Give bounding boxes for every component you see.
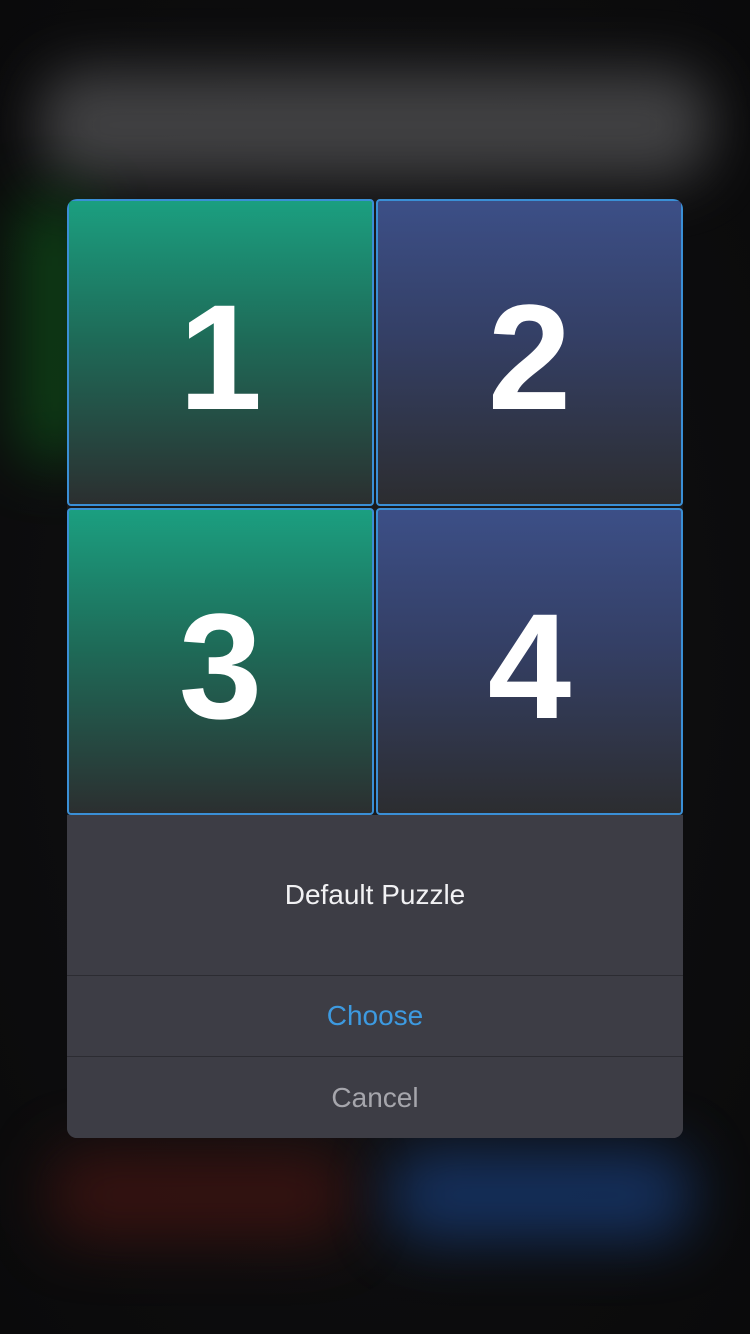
screen: 1 2 3 4 Default Puzzle Choose Cancel	[0, 0, 750, 1334]
puzzle-tile-1[interactable]: 1	[67, 199, 374, 506]
blurred-background-blue-button	[390, 1150, 690, 1240]
action-sheet: Default Puzzle Choose Cancel	[67, 815, 683, 1138]
tile-number: 3	[178, 581, 263, 750]
blurred-background-bar	[40, 70, 710, 180]
puzzle-preview-grid: 1 2 3 4	[67, 199, 683, 815]
cancel-button[interactable]: Cancel	[67, 1057, 683, 1138]
tile-number: 1	[178, 272, 263, 441]
puzzle-tile-3[interactable]: 3	[67, 508, 374, 815]
puzzle-tile-4[interactable]: 4	[376, 508, 683, 815]
puzzle-tile-2[interactable]: 2	[376, 199, 683, 506]
tile-number: 4	[487, 581, 572, 750]
blurred-background-red-button	[50, 1150, 350, 1240]
choose-button[interactable]: Choose	[67, 976, 683, 1057]
sheet-title: Default Puzzle	[67, 815, 683, 976]
puzzle-chooser-dialog: 1 2 3 4 Default Puzzle Choose Cancel	[67, 199, 683, 1138]
tile-number: 2	[487, 272, 572, 441]
